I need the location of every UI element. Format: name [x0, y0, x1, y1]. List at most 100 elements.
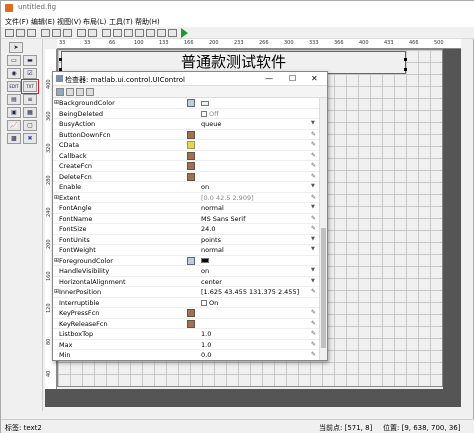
- property-row[interactable]: FontWeight normal ▼: [53, 245, 319, 256]
- property-row[interactable]: ListboxTop 1.0 ✎: [53, 329, 319, 340]
- undo-icon[interactable]: [77, 29, 86, 37]
- edit-pencil-icon[interactable]: ✎: [311, 173, 316, 180]
- menu-editor-icon[interactable]: [113, 29, 122, 37]
- property-row[interactable]: CData ✎: [53, 140, 319, 151]
- property-value[interactable]: 1.0: [201, 330, 211, 338]
- resize-handle[interactable]: [404, 68, 407, 71]
- property-row[interactable]: ⊞ ForegroundColor: [53, 256, 319, 266]
- property-row[interactable]: ⊞ InnerPosition [1.625 43.455 131.375 2.45…: [53, 287, 319, 298]
- property-row[interactable]: KeyPressFcn ✎: [53, 308, 319, 319]
- property-row[interactable]: BusyAction queue ▼: [53, 119, 319, 130]
- dropdown-arrow-icon[interactable]: ▼: [311, 183, 315, 189]
- property-value[interactable]: [1.625 43.455 131.375 2.455]: [201, 288, 299, 296]
- dropdown-arrow-icon[interactable]: ▼: [311, 204, 315, 210]
- run-icon[interactable]: [181, 28, 188, 38]
- property-row[interactable]: BeingDeleted Off: [53, 109, 319, 119]
- collapse-all-icon[interactable]: [86, 88, 94, 96]
- edit-callback-icon[interactable]: [187, 130, 195, 139]
- property-value[interactable]: [201, 99, 209, 107]
- edit-pencil-icon[interactable]: ✎: [311, 288, 316, 295]
- property-row[interactable]: FontSize 24.0 ✎: [53, 224, 319, 235]
- property-row[interactable]: FontAngle normal ▼: [53, 203, 319, 214]
- property-row[interactable]: Max 1.0 ✎: [53, 340, 319, 350]
- property-row[interactable]: KeyReleaseFcn ✎: [53, 319, 319, 329]
- save-icon[interactable]: [27, 29, 36, 37]
- edit-pencil-icon[interactable]: ✎: [311, 194, 316, 201]
- property-row[interactable]: FontName MS Sans Serif ✎: [53, 214, 319, 224]
- table-icon[interactable]: ▦: [23, 107, 37, 118]
- select-icon[interactable]: ➤: [9, 42, 23, 53]
- property-row[interactable]: Interruptible On: [53, 298, 319, 308]
- edit-callback-icon[interactable]: [187, 309, 195, 317]
- redo-icon[interactable]: [88, 29, 97, 37]
- edit-callback-icon[interactable]: [187, 151, 195, 160]
- property-row[interactable]: Min 0.0 ✎: [53, 350, 319, 360]
- menu-layout[interactable]: 布局(L): [83, 17, 106, 27]
- menu-edit[interactable]: 编辑(E): [31, 17, 55, 27]
- edit-pencil-icon[interactable]: ✎: [311, 351, 316, 358]
- edit-callback-icon[interactable]: [187, 162, 195, 170]
- property-row[interactable]: FontUnits points ▼: [53, 235, 319, 245]
- property-value[interactable]: on: [201, 267, 209, 275]
- browser-icon[interactable]: [168, 29, 177, 37]
- property-row[interactable]: Enable on ▼: [53, 182, 319, 193]
- edit-text-icon[interactable]: EDIT: [7, 81, 21, 92]
- dropdown-arrow-icon[interactable]: ▼: [311, 246, 315, 252]
- new-icon[interactable]: [5, 29, 14, 37]
- axes-icon[interactable]: 📈: [7, 120, 21, 131]
- open-icon[interactable]: [16, 29, 25, 37]
- dropdown-arrow-icon[interactable]: ▼: [311, 267, 315, 273]
- editor-icon[interactable]: [146, 29, 155, 37]
- property-row[interactable]: ⊞ Extent [0.0 42.5 2.909] ✎: [53, 193, 319, 203]
- expand-all-icon[interactable]: [76, 88, 84, 96]
- close-icon[interactable]: ✕: [311, 74, 318, 83]
- checkbox-icon[interactable]: ☑: [23, 68, 37, 79]
- property-value[interactable]: on: [201, 183, 209, 191]
- edit-pencil-icon[interactable]: ✎: [311, 131, 316, 138]
- edit-pencil-icon[interactable]: ✎: [311, 141, 316, 148]
- image-data-icon[interactable]: [187, 141, 195, 149]
- copy-icon[interactable]: [52, 29, 61, 37]
- property-value[interactable]: normal: [201, 204, 224, 212]
- menu-tools[interactable]: 工具(T): [109, 17, 133, 27]
- edit-callback-icon[interactable]: [187, 319, 195, 328]
- property-row[interactable]: CreateFcn ✎: [53, 161, 319, 172]
- sort-category-icon[interactable]: [56, 88, 64, 96]
- slider-icon[interactable]: ▬: [23, 55, 37, 66]
- dropdown-arrow-icon[interactable]: ▼: [311, 120, 315, 126]
- property-value[interactable]: [201, 257, 209, 265]
- property-value[interactable]: 0.0: [201, 351, 211, 359]
- edit-callback-icon[interactable]: [187, 172, 195, 181]
- property-value[interactable]: normal: [201, 246, 224, 254]
- edit-pencil-icon[interactable]: ✎: [311, 152, 316, 159]
- align-icon[interactable]: [102, 29, 111, 37]
- dropdown-arrow-icon[interactable]: ▼: [311, 278, 315, 284]
- pushbutton-icon[interactable]: ▭: [7, 55, 21, 66]
- property-value[interactable]: 24.0: [201, 225, 215, 233]
- property-row[interactable]: ButtonDownFcn ✎: [53, 130, 319, 140]
- edit-pencil-icon[interactable]: ✎: [311, 225, 316, 232]
- edit-pencil-icon[interactable]: ✎: [311, 162, 316, 169]
- tab-order-icon[interactable]: [124, 29, 133, 37]
- listbox-icon[interactable]: ≡: [23, 94, 37, 105]
- property-row[interactable]: Callback ✎: [53, 151, 319, 161]
- minimize-icon[interactable]: —: [265, 74, 273, 83]
- resize-handle[interactable]: [404, 58, 407, 61]
- edit-pencil-icon[interactable]: ✎: [311, 320, 316, 327]
- toolbar-editor-icon[interactable]: [135, 29, 144, 37]
- checkbox[interactable]: [201, 299, 207, 306]
- edit-pencil-icon[interactable]: ✎: [311, 309, 316, 316]
- property-row[interactable]: DeleteFcn ✎: [53, 172, 319, 182]
- radio-icon[interactable]: ◉: [7, 68, 21, 79]
- property-row[interactable]: HorizontalAlignment center ▼: [53, 277, 319, 287]
- color-picker-icon[interactable]: [187, 256, 195, 265]
- activex-icon[interactable]: ✖: [23, 133, 37, 144]
- property-value[interactable]: points: [201, 236, 221, 244]
- maximize-icon[interactable]: ☐: [289, 74, 296, 83]
- property-value[interactable]: queue: [201, 120, 221, 128]
- inspector-icon[interactable]: [157, 29, 166, 37]
- sort-alpha-icon[interactable]: [66, 88, 74, 96]
- menu-view[interactable]: 视图(V): [57, 17, 81, 27]
- buttongroup-icon[interactable]: ▩: [7, 133, 21, 144]
- menu-help[interactable]: 帮助(H): [135, 17, 160, 27]
